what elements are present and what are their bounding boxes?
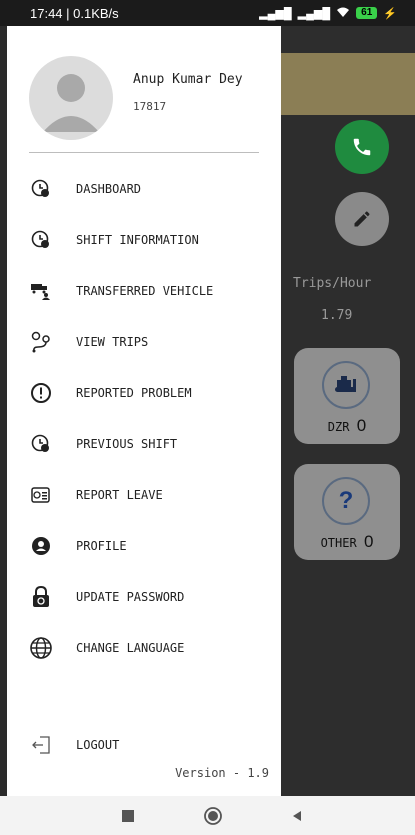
menu-item-label: PROFILE [76,539,127,553]
menu-item-label: REPORT LEAVE [76,488,163,502]
menu-item-reported-problem[interactable]: REPORTED PROBLEM [7,374,281,412]
route-icon [29,330,53,354]
transfer-truck-icon [29,279,53,303]
navigation-drawer: Anup Kumar Dey 17817 DASHBOARD SHIFT INF… [7,26,281,796]
menu-item-label: REPORTED PROBLEM [76,386,192,400]
menu-item-dashboard[interactable]: DASHBOARD [7,170,281,208]
status-bar: 17:44 | 0.1KB/s ▂▄▆█ ▂▄▆█ 61 ⚡ [0,0,415,26]
leave-icon [29,483,53,507]
globe-icon [29,636,53,660]
dzr-tile[interactable]: DZR 0 [294,348,400,444]
header-band [281,53,415,115]
charging-icon: ⚡ [383,7,397,20]
menu-item-profile[interactable]: PROFILE [7,527,281,565]
logout-button[interactable]: LOGOUT [7,726,281,764]
menu-item-transferred-vehicle[interactable]: TRANSFERRED VEHICLE [7,272,281,310]
call-button[interactable] [335,120,389,174]
edit-button[interactable] [335,192,389,246]
divider [29,152,259,153]
trips-per-hour-value: 1.79 [321,308,353,323]
menu-item-label: CHANGE LANGUAGE [76,641,185,655]
background-dashboard: Trips/Hour 1.79 DZR 0 ? OTHER 0 [281,26,415,796]
lock-icon [29,585,53,609]
menu-item-view-trips[interactable]: VIEW TRIPS [7,323,281,361]
menu-item-report-leave[interactable]: REPORT LEAVE [7,476,281,514]
status-icons: ▂▄▆█ ▂▄▆█ 61 ⚡ [259,6,397,21]
other-tile-label: OTHER 0 [320,532,374,551]
alert-icon [29,381,53,405]
other-tile[interactable]: ? OTHER 0 [294,464,400,560]
status-time: 17:44 | 0.1KB/s [30,5,119,21]
logout-icon [29,733,53,757]
shift-clock-icon [29,228,53,252]
menu-item-update-password[interactable]: UPDATE PASSWORD [7,578,281,616]
menu-item-label: VIEW TRIPS [76,335,149,349]
home-circle-icon [204,807,222,825]
other-count: 0 [363,532,374,551]
battery-icon: 61 [356,7,378,19]
signal-icon: ▂▄▆█ [259,7,292,20]
menu-item-label: UPDATE PASSWORD [76,590,185,604]
pencil-icon [354,211,370,227]
back-button[interactable] [285,804,309,828]
recents-button[interactable] [116,804,140,828]
dashboard-clock-icon [29,177,53,201]
menu-item-previous-shift[interactable]: PREVIOUS SHIFT [7,425,281,463]
dzr-tile-label: DZR 0 [327,416,367,435]
navigation-bar [0,796,415,835]
user-id: 17817 [133,100,167,113]
previous-clock-icon [29,432,53,456]
user-name: Anup Kumar Dey [133,72,243,87]
menu-item-label: PREVIOUS SHIFT [76,437,178,451]
menu-item-change-language[interactable]: CHANGE LANGUAGE [7,629,281,667]
signal-icon-2: ▂▄▆█ [297,7,331,20]
question-icon: ? [322,477,370,525]
phone-icon [353,138,371,156]
back-triangle-icon [293,811,301,821]
dzr-count: 0 [356,416,367,435]
menu-item-shift-information[interactable]: SHIFT INFORMATION [7,221,281,259]
menu-item-label: TRANSFERRED VEHICLE [76,284,214,298]
wifi-icon [336,6,350,21]
profile-icon [29,534,53,558]
trips-per-hour-label: Trips/Hour [293,276,372,291]
avatar[interactable] [29,56,113,140]
home-button[interactable] [201,804,225,828]
menu-item-label: DASHBOARD [76,182,142,196]
menu-item-label: SHIFT INFORMATION [76,233,199,247]
dozer-icon [322,361,370,409]
version-text: Version - 1.9 [175,766,269,780]
logout-label: LOGOUT [76,738,120,752]
square-icon [122,810,134,822]
